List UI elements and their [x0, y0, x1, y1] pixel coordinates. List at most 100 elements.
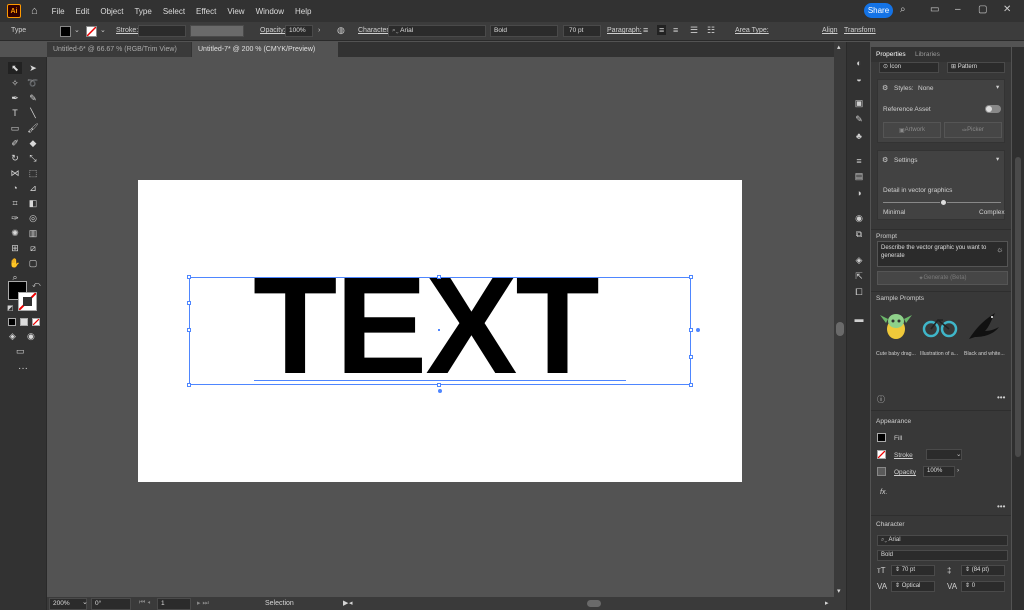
kerning-field[interactable]: ⇕ Optical — [891, 581, 935, 592]
magic-wand-icon[interactable]: ✧ — [8, 77, 22, 89]
hand-tool-icon[interactable]: ✋ — [8, 257, 22, 269]
scale-tool-icon[interactable]: ⤡ — [26, 152, 40, 164]
opacity-arrow-icon[interactable]: › — [318, 27, 320, 34]
menu-edit[interactable]: Edit — [76, 7, 90, 16]
sample-baby-dragon[interactable] — [877, 309, 915, 343]
align-left-icon[interactable]: ≡ — [643, 25, 648, 35]
resize-handle-t[interactable] — [437, 275, 441, 279]
pen-tool-icon[interactable]: ✒ — [8, 92, 22, 104]
rotation-field[interactable]: 0° — [91, 598, 131, 610]
reference-asset-toggle[interactable] — [985, 105, 1001, 113]
type-tool-icon[interactable]: T — [8, 107, 22, 119]
icon-option[interactable]: ⊙ Icon — [879, 62, 939, 73]
font-family-field[interactable]: ⌕⌄ Arial — [388, 25, 486, 37]
leading-field[interactable]: ⇕ (84 pt) — [961, 565, 1005, 576]
styles-dropdown-icon[interactable]: ▾ — [996, 83, 999, 91]
gradient-panel-icon[interactable]: ▤ — [852, 170, 866, 183]
artboards-icon[interactable]: ⧠ — [852, 286, 866, 299]
panel-font-style-field[interactable]: Bold — [877, 550, 1008, 561]
resize-handle-bl[interactable] — [187, 383, 191, 387]
transparency-icon[interactable]: ◑ — [852, 186, 866, 199]
picker-button[interactable]: ✑ Picker — [944, 122, 1002, 138]
resize-handle-r[interactable] — [689, 328, 693, 332]
swap-colors-icon[interactable]: ⤺ — [32, 280, 41, 290]
minimize-icon[interactable]: – — [955, 4, 961, 15]
artwork-button[interactable]: ▣ Artwork — [883, 122, 941, 138]
width-tool-icon[interactable]: ⋈ — [8, 167, 22, 179]
appearance-stroke-swatch[interactable] — [877, 450, 886, 459]
fill-swatch[interactable] — [60, 26, 71, 37]
menu-type[interactable]: Type — [134, 7, 151, 16]
color-mode-icon[interactable] — [8, 318, 16, 326]
eyedropper-icon[interactable]: ✑ — [8, 212, 22, 224]
stroke-color-swatch[interactable] — [18, 292, 37, 311]
numbered-list-icon[interactable]: ☷ — [707, 25, 715, 36]
detail-slider-knob[interactable] — [940, 199, 948, 206]
sample-bicycle[interactable] — [921, 309, 959, 343]
next-artboard-icon[interactable]: ▸ ⏭ — [197, 599, 209, 608]
bullets-icon[interactable]: ☰ — [690, 25, 698, 36]
tab-untitled-6[interactable]: Untitled-6* @ 66.67 % (RGB/Trim View) — [47, 42, 191, 57]
layers-icon[interactable]: ◈ — [852, 254, 866, 267]
symbols-icon[interactable]: ♣ — [852, 129, 866, 142]
scroll-up-icon[interactable]: ▴ — [837, 43, 841, 51]
comments-icon[interactable]: ▬ — [852, 312, 866, 325]
menu-object[interactable]: Object — [100, 7, 123, 16]
symbol-sprayer-icon[interactable]: ✺ — [8, 227, 22, 239]
character-label[interactable]: Character: — [358, 27, 391, 34]
direct-selection-tool-icon[interactable]: ➤ — [26, 62, 40, 74]
opacity-label[interactable]: Opacity: — [260, 27, 286, 34]
resize-handle-tr[interactable] — [689, 275, 693, 279]
print-tiling-icon[interactable]: ▢ — [26, 257, 40, 269]
selection-tool-icon[interactable]: ⬉ — [8, 62, 22, 74]
stroke-dropdown-icon[interactable]: ⌄ — [100, 26, 106, 34]
artboard-number-field[interactable]: 1 — [157, 598, 191, 610]
settings-dropdown-icon[interactable]: ▾ — [996, 155, 999, 163]
menu-view[interactable]: View — [227, 7, 244, 16]
opacity-arrow-icon[interactable]: › — [957, 467, 959, 474]
prompt-input[interactable]: Describe the vector graphic you want to … — [877, 241, 1008, 267]
paintbrush-icon[interactable]: 🖌 — [26, 122, 40, 134]
resize-handle-l[interactable] — [187, 328, 191, 332]
home-icon[interactable]: ⌂ — [31, 5, 38, 17]
font-size-field[interactable]: 70 pt — [563, 25, 601, 37]
gradient-tool-icon[interactable]: ◧ — [26, 197, 40, 209]
stroke-weight-dropdown-icon[interactable]: ⌄ — [956, 450, 961, 458]
stroke-label[interactable]: Stroke: — [116, 27, 138, 34]
close-icon[interactable]: ✕ — [1003, 4, 1011, 15]
tab-untitled-7[interactable]: Untitled-7* @ 200 % (CMYK/Preview) — [192, 42, 338, 57]
out-port[interactable] — [696, 328, 700, 332]
appearance-more-icon[interactable]: ••• — [997, 502, 1005, 511]
info-icon[interactable]: ⓘ — [877, 394, 885, 405]
variable-width-field[interactable] — [190, 25, 244, 37]
appearance-icon[interactable]: ◉ — [852, 212, 866, 225]
appearance-fill-swatch[interactable] — [877, 433, 886, 442]
shaper-tool-icon[interactable]: ✐ — [8, 137, 22, 149]
workspace-icon[interactable]: ▭ — [930, 4, 939, 15]
draw-mode-icon[interactable]: ◈ — [9, 331, 16, 342]
font-style-field[interactable]: Bold — [490, 25, 558, 37]
styles-value[interactable]: None — [918, 85, 934, 92]
scroll-down-icon[interactable]: ▾ — [837, 587, 841, 595]
resize-handle-r-lower[interactable] — [689, 355, 693, 359]
tracking-field[interactable]: ⇕ 0 — [961, 581, 1005, 592]
menu-file[interactable]: File — [52, 7, 65, 16]
transform-link[interactable]: Transform — [844, 27, 876, 34]
resize-handle-br[interactable] — [689, 383, 693, 387]
graphic-styles-icon[interactable]: ⧉ — [852, 228, 866, 241]
fill-dropdown-icon[interactable]: ⌄ — [74, 26, 80, 34]
resize-handle-tl[interactable] — [187, 275, 191, 279]
export-icon[interactable]: ⇱ — [852, 270, 866, 283]
menu-effect[interactable]: Effect — [196, 7, 216, 16]
draw-inside-icon[interactable]: ◉ — [27, 331, 35, 342]
search-icon[interactable]: ⌕ — [900, 4, 906, 15]
menu-select[interactable]: Select — [163, 7, 185, 16]
status-play-icon[interactable]: ▶ — [343, 599, 348, 607]
eraser-icon[interactable]: ◆ — [26, 137, 40, 149]
gradient-mode-icon[interactable] — [20, 318, 28, 326]
panel-scrollbar[interactable] — [1012, 47, 1024, 610]
stroke-weight-field[interactable] — [138, 25, 186, 37]
fx-button[interactable]: fx. — [880, 489, 887, 496]
free-transform-icon[interactable]: ⬚ — [26, 167, 40, 179]
maximize-icon[interactable]: ▢ — [978, 4, 987, 15]
